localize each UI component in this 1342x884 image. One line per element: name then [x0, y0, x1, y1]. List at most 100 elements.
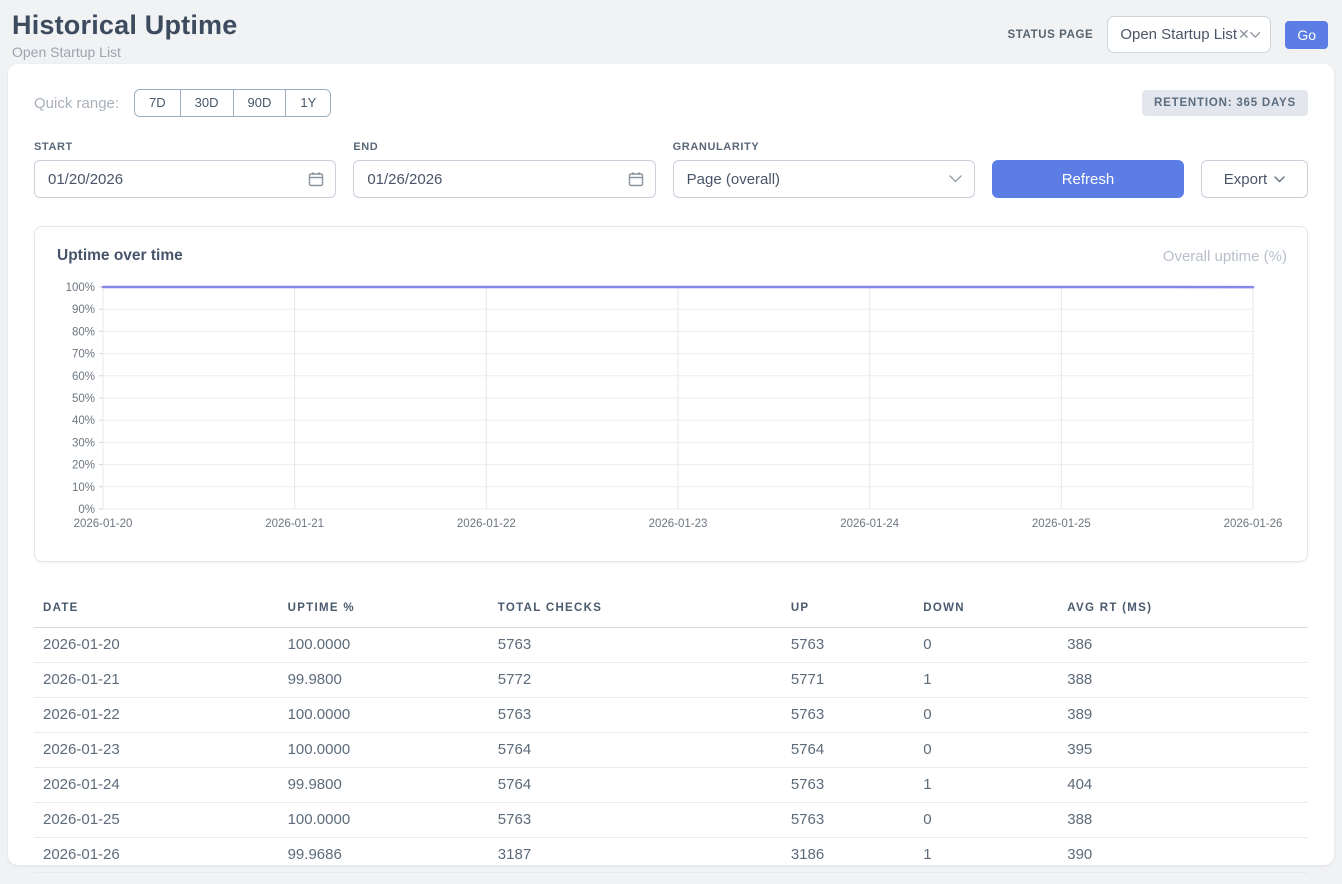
- table-cell: 388: [1058, 663, 1308, 698]
- calendar-icon[interactable]: [628, 171, 644, 187]
- table-cell: 2026-01-23: [34, 733, 279, 768]
- svg-text:80%: 80%: [72, 326, 95, 338]
- table-cell: 5763: [489, 628, 782, 663]
- quick-range-group: 7D 30D 90D 1Y: [134, 89, 331, 117]
- table-cell: 2026-01-22: [34, 698, 279, 733]
- end-date-label: END: [353, 141, 655, 153]
- quick-range-7d-button[interactable]: 7D: [135, 90, 180, 116]
- retention-badge: RETENTION: 365 DAYS: [1142, 90, 1308, 116]
- svg-text:70%: 70%: [72, 349, 95, 361]
- calendar-icon[interactable]: [308, 171, 324, 187]
- table-cell: 5764: [489, 768, 782, 803]
- svg-text:2026-01-23: 2026-01-23: [649, 518, 708, 530]
- table-cell: 389: [1058, 698, 1308, 733]
- svg-text:2026-01-21: 2026-01-21: [265, 518, 324, 530]
- table-cell: 395: [1058, 733, 1308, 768]
- clear-icon[interactable]: ✕: [1238, 26, 1250, 43]
- table-row: 2026-01-2499.9800576457631404: [34, 768, 1308, 803]
- go-button[interactable]: Go: [1285, 21, 1328, 49]
- start-date-input[interactable]: [34, 160, 336, 198]
- table-cell: 1: [914, 663, 1058, 698]
- table-cell: 5763: [782, 768, 914, 803]
- chart-title: Uptime over time: [57, 247, 183, 265]
- main-panel: Quick range: 7D 30D 90D 1Y RETENTION: 36…: [8, 64, 1334, 865]
- header-controls: STATUS PAGE Open Startup List ✕ Go: [1007, 16, 1328, 53]
- table-header-row: DATE UPTIME % TOTAL CHECKS UP DOWN AVG R…: [34, 592, 1308, 628]
- granularity-select[interactable]: Page (overall): [673, 160, 975, 198]
- chart-legend: Overall uptime (%): [1163, 248, 1287, 265]
- end-date-input[interactable]: [353, 160, 655, 198]
- export-button-label: Export: [1224, 171, 1267, 188]
- table-cell: 2026-01-25: [34, 803, 279, 838]
- table-cell: 100.0000: [279, 698, 489, 733]
- svg-text:100%: 100%: [66, 282, 95, 294]
- svg-text:60%: 60%: [72, 371, 95, 383]
- table-cell: 0: [914, 733, 1058, 768]
- table-cell: 5764: [782, 733, 914, 768]
- refresh-button[interactable]: Refresh: [992, 160, 1184, 198]
- table-row: 2026-01-22100.0000576357630389: [34, 698, 1308, 733]
- chevron-down-icon: [949, 175, 962, 183]
- svg-text:2026-01-20: 2026-01-20: [74, 518, 133, 530]
- column-header-uptime: UPTIME %: [279, 592, 489, 628]
- table-cell: 0: [914, 803, 1058, 838]
- table-cell: 5763: [782, 698, 914, 733]
- table-cell: 5771: [782, 663, 914, 698]
- column-header-avg-rt: AVG RT (MS): [1058, 592, 1308, 628]
- table-cell: 2026-01-21: [34, 663, 279, 698]
- table-cell: 5763: [782, 803, 914, 838]
- status-page-label: STATUS PAGE: [1007, 29, 1093, 41]
- chevron-down-icon: [1250, 31, 1261, 39]
- uptime-chart: 0%10%20%30%40%50%60%70%80%90%100%2026-01…: [57, 279, 1287, 535]
- svg-text:10%: 10%: [72, 482, 95, 494]
- granularity-selected-value: Page (overall): [687, 171, 780, 188]
- table-cell: 100.0000: [279, 628, 489, 663]
- svg-text:30%: 30%: [72, 437, 95, 449]
- table-cell: 5772: [489, 663, 782, 698]
- table-cell: 5763: [782, 628, 914, 663]
- column-header-date: DATE: [34, 592, 279, 628]
- export-button[interactable]: Export: [1201, 160, 1308, 198]
- table-cell: 100.0000: [279, 733, 489, 768]
- status-page-select[interactable]: Open Startup List ✕: [1107, 16, 1271, 53]
- column-header-total-checks: TOTAL CHECKS: [489, 592, 782, 628]
- column-header-down: DOWN: [914, 592, 1058, 628]
- uptime-table: DATE UPTIME % TOTAL CHECKS UP DOWN AVG R…: [34, 592, 1308, 873]
- table-cell: 390: [1058, 838, 1308, 873]
- table-cell: 5763: [489, 803, 782, 838]
- svg-text:2026-01-26: 2026-01-26: [1224, 518, 1283, 530]
- granularity-label: GRANULARITY: [673, 141, 975, 153]
- table-row: 2026-01-2699.9686318731861390: [34, 838, 1308, 873]
- quick-range-label: Quick range:: [34, 95, 119, 112]
- table-cell: 386: [1058, 628, 1308, 663]
- svg-text:2026-01-25: 2026-01-25: [1032, 518, 1091, 530]
- uptime-chart-card: Uptime over time Overall uptime (%) 0% 10…: [34, 226, 1308, 562]
- table-row: 2026-01-23100.0000576457640395: [34, 733, 1308, 768]
- table-cell: 1: [914, 768, 1058, 803]
- quick-range-30d-button[interactable]: 30D: [180, 90, 233, 116]
- table-cell: 5763: [489, 698, 782, 733]
- table-row: 2026-01-20100.0000576357630386: [34, 628, 1308, 663]
- table-cell: 99.9686: [279, 838, 489, 873]
- table-cell: 0: [914, 698, 1058, 733]
- table-row: 2026-01-25100.0000576357630388: [34, 803, 1308, 838]
- svg-text:2026-01-22: 2026-01-22: [457, 518, 516, 530]
- table-cell: 5764: [489, 733, 782, 768]
- svg-text:2026-01-24: 2026-01-24: [840, 518, 899, 530]
- table-row: 2026-01-2199.9800577257711388: [34, 663, 1308, 698]
- table-cell: 2026-01-24: [34, 768, 279, 803]
- table-cell: 3187: [489, 838, 782, 873]
- column-header-up: UP: [782, 592, 914, 628]
- svg-text:0%: 0%: [78, 504, 95, 516]
- quick-range-1y-button[interactable]: 1Y: [285, 90, 330, 116]
- table-cell: 388: [1058, 803, 1308, 838]
- table-cell: 2026-01-26: [34, 838, 279, 873]
- start-date-label: START: [34, 141, 336, 153]
- table-cell: 1: [914, 838, 1058, 873]
- svg-text:40%: 40%: [72, 415, 95, 427]
- table-cell: 99.9800: [279, 663, 489, 698]
- quick-range-90d-button[interactable]: 90D: [233, 90, 286, 116]
- page-header: Historical Uptime Open Startup List STAT…: [0, 0, 1342, 64]
- svg-text:90%: 90%: [72, 304, 95, 316]
- table-cell: 99.9800: [279, 768, 489, 803]
